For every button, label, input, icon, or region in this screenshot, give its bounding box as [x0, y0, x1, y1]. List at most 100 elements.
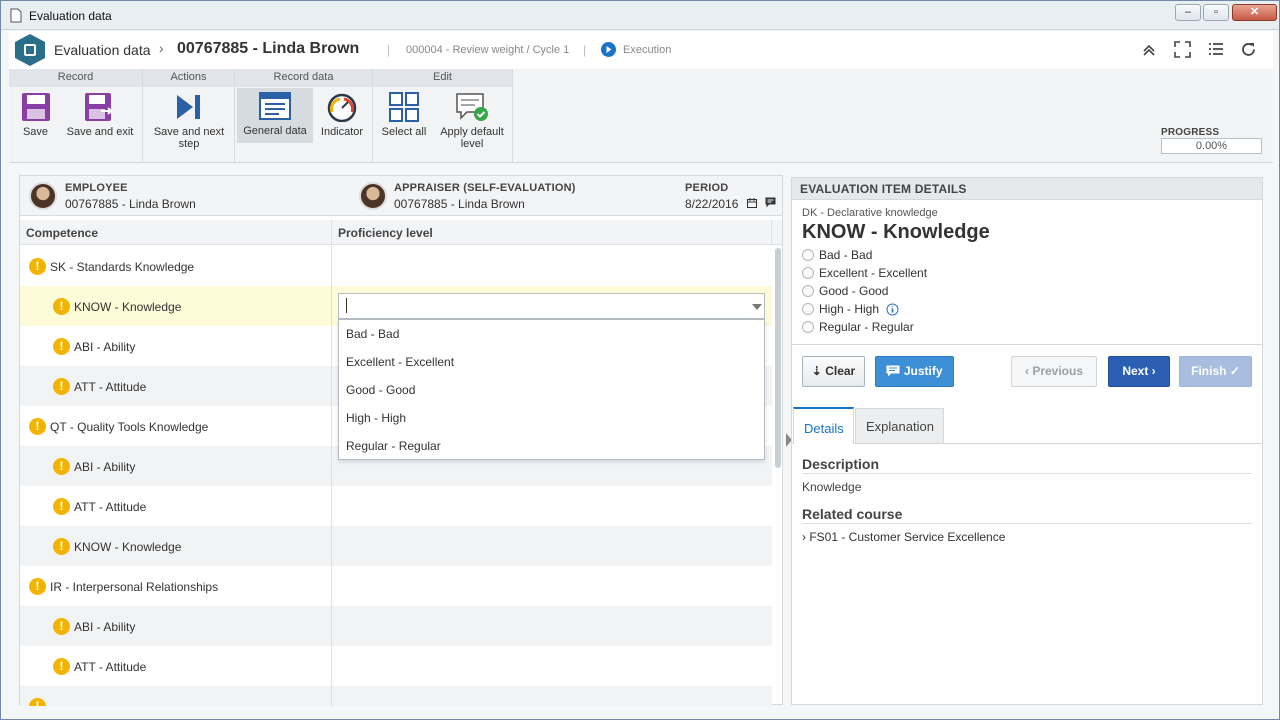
table-row[interactable]: ! [20, 686, 772, 706]
ribbon-group-record-data: Record data General data Indicator [235, 69, 373, 163]
employee-caption: EMPLOYEE [65, 182, 128, 194]
level-radio[interactable] [802, 321, 814, 333]
dropdown-option[interactable]: Excellent - Excellent [339, 348, 764, 376]
warning-icon: ! [29, 258, 46, 275]
next-label: Next [1122, 364, 1149, 378]
tab-details[interactable]: Details [793, 407, 854, 444]
table-row[interactable]: ! ABI - Ability [20, 606, 772, 646]
dropdown-option[interactable]: Good - Good [339, 376, 764, 404]
level-radio[interactable] [802, 267, 814, 279]
justify-button[interactable]: Justify [875, 356, 954, 387]
indicator-label: Indicator [320, 126, 364, 138]
table-row[interactable]: ! KNOW - Knowledge [20, 526, 772, 566]
save-exit-icon [85, 93, 114, 121]
save-button[interactable]: Save [13, 89, 58, 138]
level-radio[interactable] [802, 249, 814, 261]
employee-avatar [29, 182, 57, 210]
general-data-button[interactable]: General data [237, 88, 313, 143]
calendar-icon[interactable] [747, 198, 757, 208]
close-button[interactable]: ✕ [1232, 4, 1277, 21]
tab-explanation-label: Explanation [866, 419, 934, 434]
tab-explanation[interactable]: Explanation [855, 408, 944, 443]
ribbon-group-label: Record [9, 69, 142, 87]
finish-button[interactable]: Finish ✓ [1179, 356, 1252, 387]
option-label: Good - Good [346, 383, 416, 397]
comment-icon [886, 365, 900, 377]
warning-icon: ! [29, 578, 46, 595]
description-text: Knowledge [802, 480, 862, 494]
list-menu-icon[interactable] [1208, 42, 1224, 56]
select-all-icon [389, 92, 419, 122]
check-icon: ✓ [1229, 364, 1240, 378]
save-and-exit-button[interactable]: Save and exit [64, 89, 136, 138]
divider [802, 473, 1252, 474]
tabs-baseline [792, 443, 1262, 444]
table-row[interactable]: ! ATT - Attitude [20, 646, 772, 686]
save-and-next-step-button[interactable]: Save and next step [147, 89, 231, 150]
tab-details-label: Details [804, 421, 844, 436]
proficiency-level-select[interactable] [338, 293, 765, 319]
employee-value: 00767885 - Linda Brown [65, 197, 196, 211]
related-course-link[interactable]: › FS01 - Customer Service Excellence [802, 530, 1005, 544]
select-all-label: Select all [381, 126, 427, 138]
row-label: ATT - Attitude [74, 380, 147, 394]
row-label: KNOW - Knowledge [74, 300, 182, 314]
level-radio[interactable] [802, 303, 814, 315]
item-title: KNOW - Knowledge [802, 221, 990, 243]
divider [792, 344, 1262, 345]
column-divider [331, 220, 332, 245]
chevron-down-icon[interactable] [752, 304, 762, 311]
indicator-button[interactable]: Indicator [315, 89, 369, 138]
warning-icon: ! [53, 498, 70, 515]
warning-icon: ! [53, 378, 70, 395]
justify-label: Justify [903, 364, 943, 378]
level-label: High - High [819, 302, 880, 316]
row-label: ATT - Attitude [74, 500, 147, 514]
save-label: Save [22, 126, 49, 138]
play-status-icon [601, 42, 616, 57]
next-button[interactable]: Next › [1108, 356, 1170, 387]
toolbar-ribbon: Record Save Save and exit Actions Save a… [9, 69, 1273, 163]
eraser-icon: ⇣ [811, 364, 822, 378]
apply-default-level-button[interactable]: Apply default level [435, 89, 509, 150]
save-and-next-step-label: Save and next step [153, 126, 225, 150]
row-label: QT - Quality Tools Knowledge [50, 420, 209, 434]
module-logo-icon [15, 34, 45, 66]
clear-button[interactable]: ⇣ Clear [802, 356, 865, 387]
dropdown-option[interactable]: Regular - Regular [339, 432, 764, 460]
fullscreen-icon[interactable] [1174, 41, 1191, 58]
vertical-scrollbar[interactable] [775, 248, 781, 468]
refresh-icon[interactable] [1240, 41, 1257, 58]
maximize-button[interactable]: ▫ [1203, 4, 1229, 21]
column-header-competence[interactable]: Competence [26, 226, 98, 240]
breadcrumb-module[interactable]: Evaluation data [54, 42, 151, 58]
related-course-title: Related course [802, 506, 903, 522]
dropdown-option[interactable]: High - High [339, 404, 764, 432]
warning-icon: ! [53, 298, 70, 315]
warning-icon: ! [53, 458, 70, 475]
clear-label: Clear [825, 364, 856, 378]
option-label: Bad - Bad [346, 327, 400, 341]
select-all-button[interactable]: Select all [377, 89, 431, 138]
dropdown-option[interactable]: Bad - Bad [339, 320, 764, 348]
save-and-exit-label: Save and exit [66, 126, 134, 138]
cycle-label: 000004 - Review weight / Cycle 1 [406, 44, 570, 56]
appraiser-avatar [359, 182, 387, 210]
table-row[interactable]: ! ATT - Attitude [20, 486, 772, 526]
option-label: Excellent - Excellent [346, 355, 455, 369]
table-row[interactable]: ! IR - Interpersonal Relationships [20, 566, 772, 606]
previous-button[interactable]: ‹ Previous [1011, 356, 1097, 387]
evaluation-item-details-panel: EVALUATION ITEM DETAILS DK - Declarative… [791, 177, 1263, 705]
collapse-up-icon[interactable] [1142, 43, 1156, 57]
table-row[interactable]: ! SK - Standards Knowledge [20, 246, 772, 286]
comment-icon[interactable] [765, 197, 776, 208]
progress-label: PROGRESS [1161, 127, 1220, 138]
column-header-proficiency[interactable]: Proficiency level [338, 226, 433, 240]
level-radio[interactable] [802, 285, 814, 297]
minimize-button[interactable]: – [1175, 4, 1201, 21]
warning-icon: ! [53, 658, 70, 675]
ribbon-group-record: Record Save Save and exit [9, 69, 143, 163]
info-icon[interactable] [886, 303, 899, 316]
table-header: Competence Proficiency level [20, 220, 782, 245]
option-label: Regular - Regular [346, 439, 441, 453]
